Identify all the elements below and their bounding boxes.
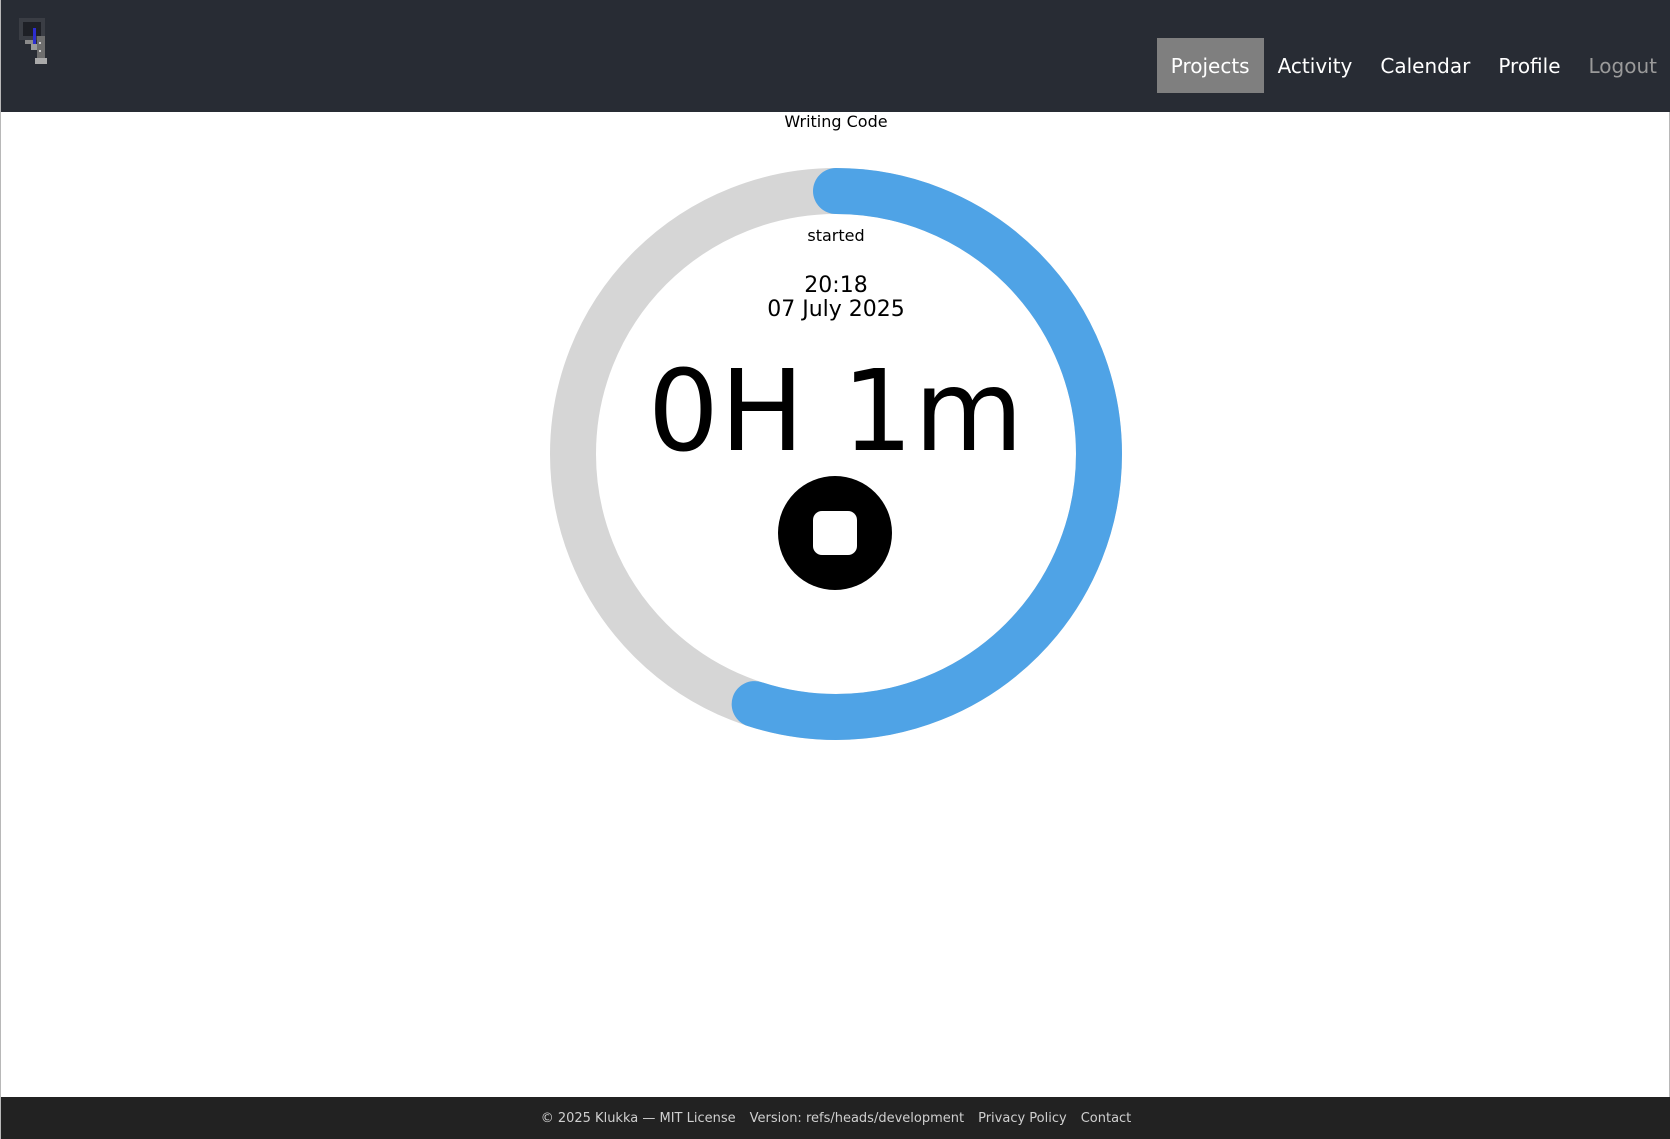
start-date: 07 July 2025 xyxy=(767,297,905,322)
nav-logout[interactable]: Logout xyxy=(1575,38,1670,93)
elapsed-time: 0H 1m xyxy=(647,347,1025,477)
nav-profile[interactable]: Profile xyxy=(1484,38,1574,93)
stop-timer-button[interactable] xyxy=(778,476,892,590)
main-nav: Projects Activity Calendar Profile Logou… xyxy=(1156,38,1670,93)
footer: © 2025 Klukka — MIT License Version: ref… xyxy=(1,1097,1670,1139)
contact-link[interactable]: Contact xyxy=(1081,1111,1132,1126)
start-time: 20:18 xyxy=(804,273,868,298)
navbar: Projects Activity Calendar Profile Logou… xyxy=(1,0,1670,112)
nav-projects[interactable]: Projects xyxy=(1156,38,1264,93)
privacy-policy-link[interactable]: Privacy Policy xyxy=(978,1111,1067,1126)
nav-calendar[interactable]: Calendar xyxy=(1366,38,1484,93)
project-title: Writing Code xyxy=(784,112,888,131)
app-logo-icon[interactable] xyxy=(19,18,51,68)
stop-icon xyxy=(813,511,857,555)
nav-activity[interactable]: Activity xyxy=(1264,38,1367,93)
started-label: started xyxy=(807,226,865,245)
page: Projects Activity Calendar Profile Logou… xyxy=(0,0,1670,1139)
footer-version: Version: refs/heads/development xyxy=(749,1110,965,1126)
footer-copyright: © 2025 Klukka — MIT License xyxy=(540,1110,736,1126)
